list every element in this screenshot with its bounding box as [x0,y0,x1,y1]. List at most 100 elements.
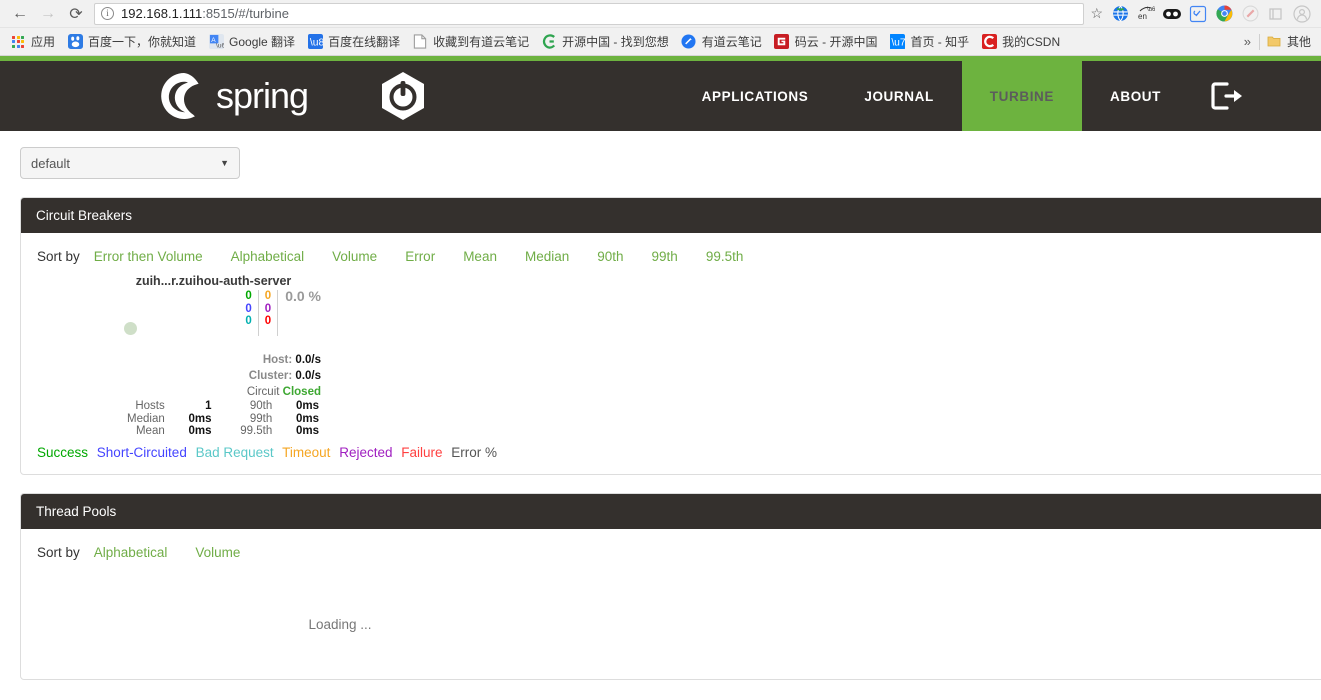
circuit-breaker-name: zuih...r.zuihou-auth-server [135,274,292,288]
bookmarks-overflow-button[interactable]: » [1236,34,1259,49]
eyes-extension-icon[interactable] [1159,2,1185,26]
counter-success: 0 [245,290,252,302]
apps-grid-icon [10,34,26,50]
stat-label-90th: 90th [249,400,273,412]
cluster-select-row: default ▼ [0,131,1321,179]
circuit-breaker-stats-table: Hosts 1 90th 0ms Median 0ms 99th 0ms Mea… [106,400,321,438]
bookmark-youdao-note[interactable]: 有道云笔记 [675,31,768,53]
tp-sort-option-volume[interactable]: Volume [195,545,240,560]
page-viewport: spring APPLICATIONS JOURNAL TURBINE ABOU… [0,56,1321,700]
circuit-breaker-list: zuih...r.zuihou-auth-server 0 0 0 0 0 0 … [21,274,1321,439]
stat-label-hosts: Hosts [135,400,165,412]
cluster-select[interactable]: default ▼ [20,147,240,179]
stat-label-median: Median [127,412,165,425]
table-row: Median 0ms 99th 0ms [106,413,321,426]
url-path: :8515/#/turbine [202,6,289,21]
stat-value-hosts: 1 [205,400,212,412]
bookmark-other-folder[interactable]: 其他 [1260,31,1317,53]
bookmark-label: 应用 [31,35,56,49]
sort-option-90th[interactable]: 90th [597,249,623,264]
nav-link-journal[interactable]: JOURNAL [836,61,961,131]
legend-success: Success [37,445,89,460]
bookmark-label: 百度在线翻译 [328,35,401,49]
status-badge: Closed [282,386,321,398]
sort-option-error-then-volume[interactable]: Error then Volume [94,249,203,264]
stat-value-90th: 0ms [295,400,319,412]
loading-indicator: Loading ... [308,617,372,632]
host-rate-value: 0.0/s [295,354,321,366]
translate-extension-icon[interactable]: en\u6587 [1133,2,1159,26]
thread-pools-sortbar: Sort by Alphabetical Volume [21,529,1321,570]
host-rate-row: Host: 0.0/s [247,352,321,368]
chrome-extension-icon[interactable] [1211,2,1237,26]
globe-extension-icon[interactable] [1107,2,1133,26]
sort-option-99th[interactable]: 99th [652,249,678,264]
bookmark-star-icon[interactable]: ☆ [1090,5,1103,22]
site-info-icon[interactable]: i [101,7,114,20]
profile-avatar-icon[interactable] [1289,2,1315,26]
bookmark-youdao-clip[interactable]: 收藏到有道云笔记 [406,31,535,53]
address-bar[interactable]: i 192.168.1.111:8515/#/turbine [94,2,1085,25]
bookmark-baidu[interactable]: 百度一下，你就知道 [61,31,202,53]
tp-sort-option-alphabetical[interactable]: Alphabetical [94,545,168,560]
bookmark-google-translate[interactable]: A\u6587 Google 翻译 [202,31,301,53]
nav-link-applications[interactable]: APPLICATIONS [674,61,837,131]
brand-logo[interactable]: spring [0,61,429,131]
stat-label-99-5th: 99.5th [240,425,273,437]
stat-value-99-5th: 0ms [295,425,319,437]
bookmark-apps[interactable]: 应用 [4,31,61,53]
legend-timeout: Timeout [282,445,331,460]
sort-option-99-5th[interactable]: 99.5th [706,249,744,264]
legend-rejected: Rejected [339,445,393,460]
bookmark-csdn[interactable]: 我的CSDN [975,31,1066,53]
reload-icon[interactable]: ⟳ [62,2,90,26]
bookmark-label: 我的CSDN [1002,35,1061,49]
logout-icon[interactable] [1189,61,1271,131]
svg-text:\u6587: \u6587 [1147,7,1155,13]
extension-icons: en\u6587 [1107,2,1315,26]
app-navbar: spring APPLICATIONS JOURNAL TURBINE ABOU… [0,61,1321,131]
bookmark-zhihu[interactable]: \u77e5 首页 - 知乎 [883,31,975,53]
rate-block: Host: 0.0/s Cluster: 0.0/s Circuit Close… [247,352,321,400]
circuit-breakers-sortbar: Sort by Error then Volume Alphabetical V… [21,233,1321,274]
navbar-right-padding [1271,61,1321,131]
sort-option-mean[interactable]: Mean [463,249,497,264]
counter-column-right: 0 0 0 [259,290,279,336]
bookmark-gitee[interactable]: 码云 - 开源中国 [768,31,884,53]
circuit-breaker-card[interactable]: zuih...r.zuihou-auth-server 0 0 0 0 0 0 … [106,274,321,437]
app-content: default ▼ Circuit Breakers Sort by Error… [0,131,1321,680]
sort-option-volume[interactable]: Volume [332,249,377,264]
stat-label-mean: Mean [135,425,165,437]
thread-pools-body: Sort by Alphabetical Volume Loading ... [21,529,1321,679]
sort-option-median[interactable]: Median [525,249,569,264]
counter-column-left: 0 0 0 [245,290,259,336]
bookmark-baidu-translate[interactable]: \u8bd1 百度在线翻译 [301,31,406,53]
svg-text:spring: spring [216,75,308,116]
cluster-rate-row: Cluster: 0.0/s [247,368,321,384]
svg-text:\u6587: \u6587 [216,43,224,49]
sort-option-error[interactable]: Error [405,249,435,264]
bookmark-label: 收藏到有道云笔记 [433,35,530,49]
oschina-icon [541,34,557,50]
note-extension-icon[interactable] [1263,2,1289,26]
forward-arrow-icon[interactable]: → [34,2,62,26]
counter-short-circuited: 0 [245,302,252,315]
baidu-translate-icon: \u8bd1 [307,34,323,50]
google-translate-icon: A\u6587 [208,34,224,50]
bookmark-oschina[interactable]: 开源中国 - 找到您想 [535,31,675,53]
nav-link-turbine[interactable]: TURBINE [961,61,1082,131]
stat-value-99th: 0ms [295,412,319,425]
svg-text:en: en [1138,12,1147,21]
gitee-icon [774,34,790,50]
url-text: 192.168.1.111:8515/#/turbine [121,6,289,21]
counter-failure: 0 [264,315,272,327]
thread-pools-panel: Thread Pools Sort by Alphabetical Volume… [20,493,1321,680]
sort-option-alphabetical[interactable]: Alphabetical [231,249,305,264]
svg-text:\u8bd1: \u8bd1 [309,38,322,49]
back-arrow-icon[interactable]: ← [6,2,34,26]
legend-error-pct: Error % [451,445,498,460]
pen-extension-icon[interactable] [1237,2,1263,26]
clip-extension-icon[interactable] [1185,2,1211,26]
counter-bad-request: 0 [245,315,252,327]
nav-link-about[interactable]: ABOUT [1082,61,1189,131]
